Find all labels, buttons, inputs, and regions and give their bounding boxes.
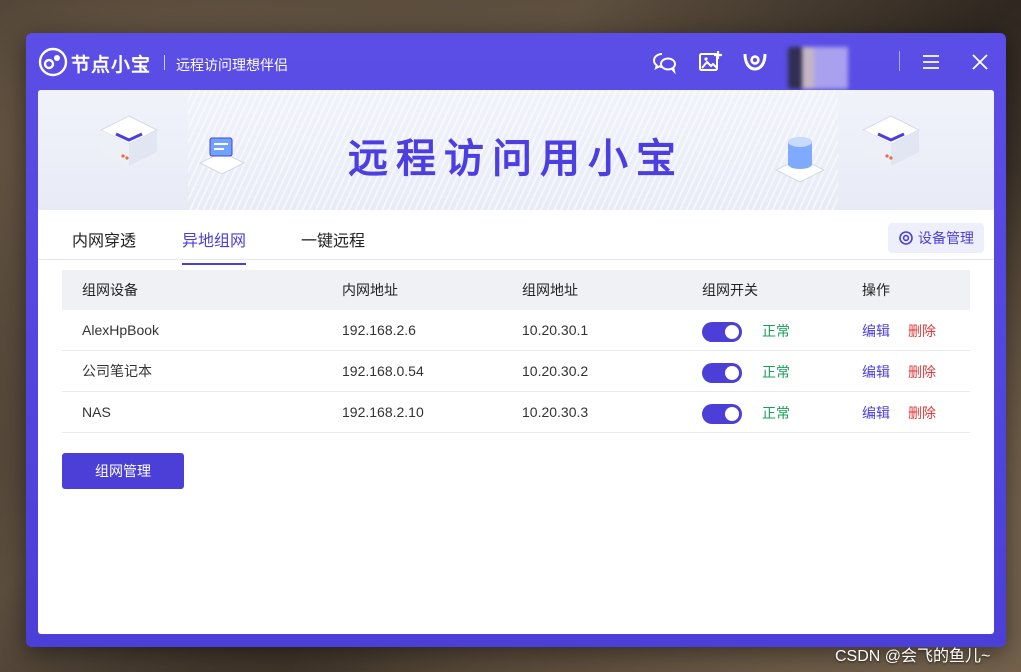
- app-window: 节点小宝 远程访问理想伴侣 远程访问用小宝 内网穿透 异地组网 一键远程 设备管…: [26, 33, 1006, 647]
- table-header: 组网设备 内网地址 组网地址 组网开关 操作: [62, 270, 970, 310]
- device-table: 组网设备 内网地址 组网地址 组网开关 操作 AlexHpBook 192.16…: [62, 270, 970, 433]
- brand-w-icon[interactable]: [742, 49, 768, 75]
- table-row: AlexHpBook 192.168.2.6 10.20.30.1 正常 编辑 …: [62, 310, 970, 351]
- status-text: 正常: [762, 323, 790, 339]
- network-switch-toggle[interactable]: [702, 404, 742, 424]
- table-row: 公司笔记本 192.168.0.54 10.20.30.2 正常 编辑 删除: [62, 351, 970, 392]
- tab-intranet-penetration[interactable]: 内网穿透: [72, 227, 136, 263]
- tab-one-click-remote[interactable]: 一键远程: [301, 227, 365, 263]
- title-divider: [164, 55, 165, 70]
- tab-bar: 内网穿透 异地组网 一键远程 设备管理: [38, 210, 994, 265]
- column-header-actions: 操作: [862, 282, 890, 298]
- chat-icon[interactable]: [652, 49, 678, 75]
- device-manage-label: 设备管理: [918, 230, 974, 246]
- app-subtitle: 远程访问理想伴侣: [176, 57, 288, 73]
- lan-ip: 192.168.0.54: [342, 363, 424, 379]
- banner-title: 远程访问用小宝: [348, 136, 684, 182]
- status-text: 正常: [762, 364, 790, 380]
- column-header-device: 组网设备: [82, 282, 138, 298]
- watermark: CSDN @会飞的鱼儿~: [835, 648, 991, 665]
- network-manage-button[interactable]: 组网管理: [62, 453, 184, 489]
- tab-remote-networking[interactable]: 异地组网: [182, 227, 247, 265]
- status-text: 正常: [762, 405, 790, 421]
- titlebar: 节点小宝 远程访问理想伴侣: [26, 33, 1006, 90]
- delete-link[interactable]: 删除: [908, 392, 936, 434]
- avatar[interactable]: [788, 47, 880, 89]
- edit-link[interactable]: 编辑: [862, 310, 890, 352]
- menu-divider: [899, 51, 900, 71]
- app-name: 节点小宝: [71, 55, 152, 76]
- close-icon[interactable]: [967, 49, 993, 75]
- delete-link[interactable]: 删除: [908, 351, 936, 393]
- network-switch-toggle[interactable]: [702, 322, 742, 342]
- menu-icon[interactable]: [918, 49, 944, 75]
- device-name: NAS: [82, 404, 111, 420]
- column-header-switch: 组网开关: [702, 282, 758, 298]
- net-ip: 10.20.30.3: [522, 404, 589, 420]
- net-ip: 10.20.30.1: [522, 322, 589, 338]
- delete-link[interactable]: 删除: [908, 310, 936, 352]
- lan-ip: 192.168.2.6: [342, 322, 416, 338]
- edit-link[interactable]: 编辑: [862, 351, 890, 393]
- device-name: 公司笔记本: [82, 363, 152, 379]
- main-panel: 远程访问用小宝 内网穿透 异地组网 一键远程 设备管理 组网设备 内网地址 组网…: [38, 90, 994, 634]
- device-manage-button[interactable]: 设备管理: [888, 223, 984, 253]
- banner: 远程访问用小宝: [38, 90, 994, 210]
- settings-icon: [899, 231, 913, 245]
- device-name: AlexHpBook: [82, 322, 160, 338]
- column-header-lan-ip: 内网地址: [342, 282, 398, 298]
- network-switch-toggle[interactable]: [702, 363, 742, 383]
- add-image-icon[interactable]: [698, 49, 724, 75]
- app-logo-icon: [38, 47, 68, 77]
- column-header-net-ip: 组网地址: [522, 282, 578, 298]
- table-row: NAS 192.168.2.10 10.20.30.3 正常 编辑 删除: [62, 392, 970, 433]
- lan-ip: 192.168.2.10: [342, 404, 424, 420]
- net-ip: 10.20.30.2: [522, 363, 589, 379]
- edit-link[interactable]: 编辑: [862, 392, 890, 434]
